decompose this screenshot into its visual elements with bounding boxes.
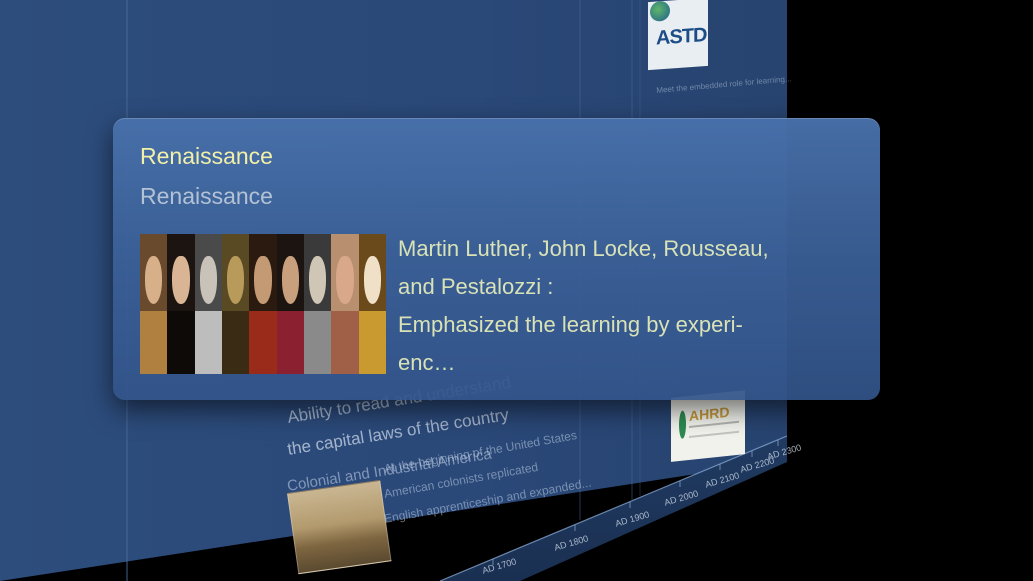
globe-icon [650,0,670,22]
ahrd-logo-subtext [689,420,739,438]
popup-desc-line-4: enc… [398,350,456,375]
portrait-3 [194,234,222,374]
popup-subtitle: Renaissance [140,183,273,209]
popup-desc-line-2: and Pestalozzi : [398,274,554,299]
portrait-7 [303,234,332,374]
astd-logo: ASTD [648,0,708,71]
ahrd-logo-text: AHRD [689,403,730,424]
popup-title: Renaissance [140,143,273,169]
popup-description: Martin Luther, John Locke, Rousseau, and… [398,230,858,382]
popup-desc-line-3: Emphasized the learning by experi- [398,312,743,337]
ahrd-logo: AHRD [671,390,745,462]
portrait-strip-image [140,234,386,374]
portrait-9 [358,234,386,374]
portrait-8 [331,234,359,374]
astd-logo-text: ASTD [656,24,707,50]
era-popup-card[interactable]: Renaissance Renaissance Martin Luther, J… [113,118,880,400]
portrait-6 [276,234,304,374]
portrait-1 [140,234,168,374]
portrait-4 [221,234,250,374]
portrait-2 [167,234,195,374]
colonial-painting-thumbnail[interactable] [287,479,392,575]
popup-desc-line-1: Martin Luther, John Locke, Rousseau, [398,236,769,261]
portrait-5 [249,234,277,374]
leaf-icon [679,410,686,440]
